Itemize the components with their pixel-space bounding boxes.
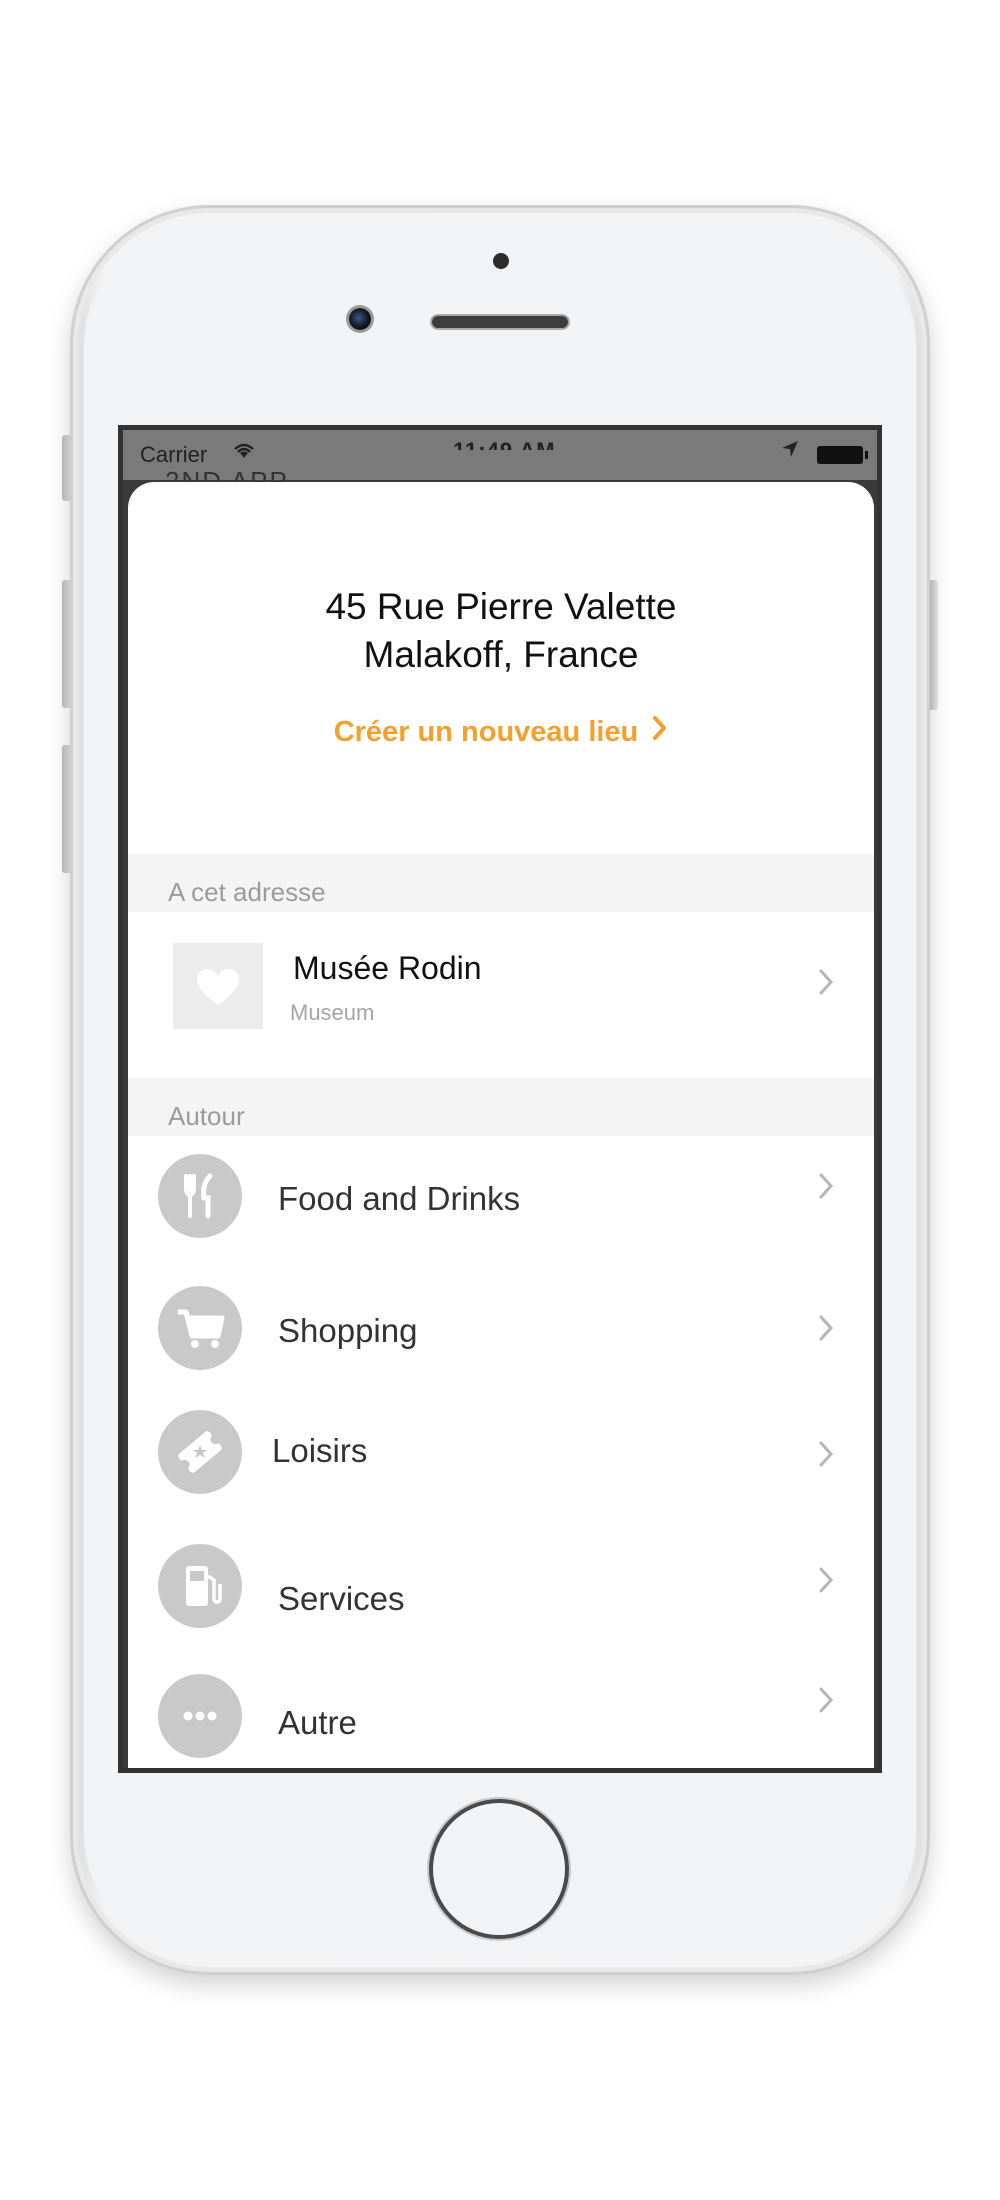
category-row-shopping[interactable]: Shopping	[128, 1268, 874, 1394]
earpiece-speaker	[432, 316, 568, 328]
chevron-right-icon	[818, 1680, 834, 1725]
device-frame-stage: Carrier 11:49 AM 2ND APP 45 Rue Pierre V…	[0, 0, 1000, 2200]
category-label: Services	[278, 1580, 405, 1617]
category-label: Autre	[278, 1704, 357, 1741]
location-arrow-icon	[781, 440, 799, 464]
phone-screen: Carrier 11:49 AM 2ND APP 45 Rue Pierre V…	[118, 425, 882, 1773]
create-new-place-link[interactable]: Créer un nouveau lieu	[128, 712, 874, 749]
status-bar: Carrier 11:49 AM 2ND APP	[123, 430, 877, 496]
place-thumbnail	[173, 943, 263, 1029]
chevron-right-icon	[652, 712, 668, 749]
chevron-right-icon	[818, 1308, 834, 1353]
category-row-services[interactable]: Services	[128, 1532, 874, 1658]
fork-knife-icon	[158, 1154, 242, 1238]
section-header-around: Autour	[128, 1078, 874, 1136]
category-row-food-and-drinks[interactable]: Food and Drinks	[128, 1136, 874, 1262]
wifi-icon	[231, 440, 257, 466]
battery-icon	[817, 446, 868, 464]
address-line-city: Malakoff, France	[363, 634, 639, 675]
chevron-right-icon	[818, 1166, 834, 1211]
status-time: 11:49 AM	[453, 438, 556, 450]
front-camera	[349, 308, 371, 330]
cart-icon	[158, 1286, 242, 1370]
category-label: Food and Drinks	[278, 1180, 521, 1217]
carrier-label: Carrier	[140, 442, 208, 467]
fuel-pump-icon	[158, 1544, 242, 1628]
place-picker-sheet: 45 Rue Pierre Valette Malakoff, France C…	[128, 482, 874, 1768]
ticket-icon	[158, 1410, 242, 1494]
more-dots-icon	[158, 1674, 242, 1758]
place-type: Museum	[290, 1000, 375, 1025]
chevron-right-icon	[818, 1434, 834, 1479]
category-row-autre[interactable]: Autre	[128, 1656, 874, 1768]
chevron-right-icon	[818, 962, 834, 1007]
category-label: Loisirs	[272, 1432, 368, 1469]
address-line-street: 45 Rue Pierre Valette	[325, 586, 677, 627]
place-name: Musée Rodin	[293, 950, 482, 986]
place-row-musee-rodin[interactable]: Musée Rodin Museum	[128, 912, 874, 1078]
section-header-address: A cet adresse	[128, 854, 874, 912]
chevron-right-icon	[818, 1560, 834, 1605]
section-header-around-label: Autour	[168, 1101, 245, 1131]
heart-icon	[197, 969, 239, 1005]
proximity-sensor	[493, 253, 509, 269]
create-new-place-label: Créer un nouveau lieu	[333, 716, 639, 748]
category-row-loisirs[interactable]: Loisirs	[128, 1400, 874, 1526]
section-header-address-label: A cet adresse	[168, 877, 326, 907]
category-label: Shopping	[278, 1312, 418, 1349]
home-button[interactable]	[433, 1803, 565, 1935]
